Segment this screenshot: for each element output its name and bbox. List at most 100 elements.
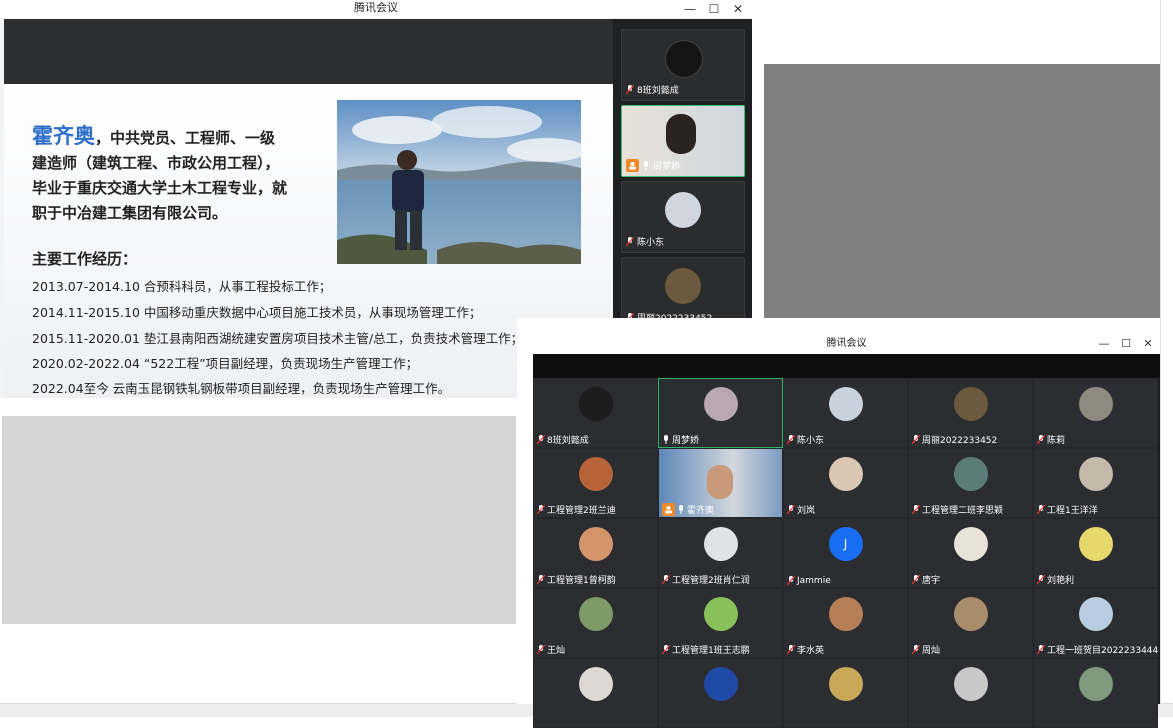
avatar: [665, 40, 703, 78]
avatar: [707, 465, 733, 499]
participant-name: 工程1王洋洋: [1047, 506, 1098, 516]
participant-tile[interactable]: [1033, 658, 1158, 728]
mic-muted-icon: [787, 434, 795, 444]
participant-tile[interactable]: 工程管理2班肖仁润: [658, 518, 783, 588]
avatar: [703, 527, 738, 561]
experience-item: 2014.11-2015.10 中国移动重庆数据中心项目施工技术员，从事现场管理…: [32, 305, 482, 320]
avatar: [953, 387, 988, 421]
participant-tile[interactable]: [908, 658, 1033, 728]
window-title: 腾讯会议: [354, 1, 398, 14]
participant-tile[interactable]: 工程管理二班李思颖: [908, 448, 1033, 518]
mic-muted-icon: [1037, 434, 1045, 444]
avatar: [703, 387, 738, 421]
avatar: [828, 597, 863, 631]
participant-tile[interactable]: 刘岚: [783, 448, 908, 518]
bio-line: 毕业于重庆交通大学土木工程专业，就: [32, 179, 288, 197]
mic-muted-icon: [1037, 504, 1045, 514]
participant-tile[interactable]: 周丽2022233452: [621, 257, 745, 321]
participant-tile[interactable]: 刘艳利: [1033, 518, 1158, 588]
mic-muted-icon: [537, 434, 545, 444]
avatar: J: [828, 527, 863, 561]
avatar: [953, 527, 988, 561]
experience-item: 2020.02-2022.04 “522工程”项目副经理，负责现场生产管理工作；: [32, 356, 419, 371]
avatar: [1078, 667, 1113, 701]
participant-name: 陈小东: [797, 436, 825, 446]
window-titlebar[interactable]: 腾讯会议 — ☐ ✕: [533, 334, 1160, 354]
mic-muted-icon: [626, 236, 634, 246]
participant-tile[interactable]: 周丽2022233452: [908, 378, 1033, 448]
maximize-button[interactable]: ☐: [1120, 334, 1132, 354]
mic-muted-icon: [1037, 574, 1045, 584]
mic-muted-icon: [1037, 644, 1045, 654]
experience-item: 2015.11-2020.01 垫江县南阳西湖统建安置房项目技术主管/总工，负责…: [32, 331, 524, 346]
minimize-button[interactable]: —: [684, 1, 696, 17]
participant-tile[interactable]: [658, 658, 783, 728]
participant-tile[interactable]: 8班刘懿成: [621, 29, 745, 101]
mic-icon: [679, 504, 683, 514]
participant-tile[interactable]: [533, 658, 658, 728]
mic-muted-icon: [912, 434, 920, 444]
participant-tile[interactable]: 周梦娇: [621, 105, 745, 177]
participant-tile[interactable]: J Jammie: [783, 518, 908, 588]
mic-muted-icon: [537, 574, 545, 584]
participant-name: 陈莉: [1047, 436, 1066, 446]
participant-name: 周丽2022233452: [922, 436, 998, 446]
avatar: [703, 597, 738, 631]
participant-tile[interactable]: 陈小东: [621, 181, 745, 253]
toolbar-strip: [533, 354, 1160, 378]
avatar: [578, 667, 613, 701]
close-button[interactable]: ✕: [1142, 334, 1154, 354]
participant-tile[interactable]: 霍齐奥: [658, 448, 783, 518]
window-titlebar[interactable]: 腾讯会议 — ☐ ✕: [0, 0, 752, 18]
participant-tile[interactable]: 王灿: [533, 588, 658, 658]
participant-grid[interactable]: 8班刘懿成 周梦娇 陈小东 周丽2022233452 陈莉 工程管理2班兰迪 霍齐奥 刘岚 工程…: [533, 378, 1160, 728]
avatar: [953, 667, 988, 701]
bio-line: 职于中冶建工集团有限公司。: [32, 204, 228, 222]
participant-tile[interactable]: 工程管理2班兰迪: [533, 448, 658, 518]
participant-sidebar[interactable]: 8班刘懿成 周梦娇 陈小东 周丽2022233452: [613, 19, 752, 321]
participant-name: 工程管理2班兰迪: [547, 506, 616, 516]
avatar: [828, 667, 863, 701]
mic-muted-icon: [912, 504, 920, 514]
participant-tile[interactable]: 周灿: [908, 588, 1033, 658]
participant-name: 王灿: [547, 646, 566, 656]
close-button[interactable]: ✕: [732, 1, 744, 17]
avatar: [578, 457, 613, 491]
window-title: 腾讯会议: [826, 338, 867, 349]
participant-name: 陈小东: [637, 238, 665, 248]
minimize-button[interactable]: —: [1098, 334, 1110, 354]
participant-tile[interactable]: 工程管理1班王志鹏: [658, 588, 783, 658]
host-icon: [626, 159, 639, 172]
participant-tile[interactable]: 周梦娇: [658, 378, 783, 448]
participant-name: 工程一班贺目2022233444: [1047, 646, 1159, 656]
meeting-window-gallery: 腾讯会议 — ☐ ✕ 8班刘懿成 周梦娇 陈小东 周丽2022233452 陈莉工程管理…: [517, 318, 1160, 728]
participant-name: 工程管理二班李思颖: [922, 506, 1004, 516]
mic-muted-icon: [912, 644, 920, 654]
mic-muted-icon: [787, 576, 795, 586]
participant-name: Jammie: [797, 576, 831, 586]
participant-name: 李水英: [797, 646, 825, 656]
vertical-scrollbar[interactable]: [1160, 0, 1173, 716]
participant-tile[interactable]: [783, 658, 908, 728]
participant-tile[interactable]: 李水英: [783, 588, 908, 658]
participant-tile[interactable]: 工程1王洋洋: [1033, 448, 1158, 518]
participant-tile[interactable]: 唐宇: [908, 518, 1033, 588]
mic-muted-icon: [662, 644, 670, 654]
participant-tile[interactable]: 陈小东: [783, 378, 908, 448]
participant-tile[interactable]: 工程一班贺目2022233444: [1033, 588, 1158, 658]
participant-tile[interactable]: 工程管理1曾柯韵: [533, 518, 658, 588]
participant-tile[interactable]: 陈莉: [1033, 378, 1158, 448]
participant-name: 8班刘懿成: [637, 86, 679, 96]
speaker-name: 霍齐奥: [32, 124, 95, 148]
avatar: [953, 597, 988, 631]
background-panel: [2, 416, 516, 624]
avatar: [665, 192, 701, 228]
avatar: [1078, 387, 1113, 421]
mic-muted-icon: [787, 644, 795, 654]
mic-muted-icon: [912, 574, 920, 584]
mic-muted-icon: [787, 504, 795, 514]
participant-tile[interactable]: 8班刘懿成: [533, 378, 658, 448]
participant-name: 唐宇: [922, 576, 941, 586]
maximize-button[interactable]: ☐: [708, 1, 720, 17]
participant-name: 周梦娇: [653, 162, 681, 172]
